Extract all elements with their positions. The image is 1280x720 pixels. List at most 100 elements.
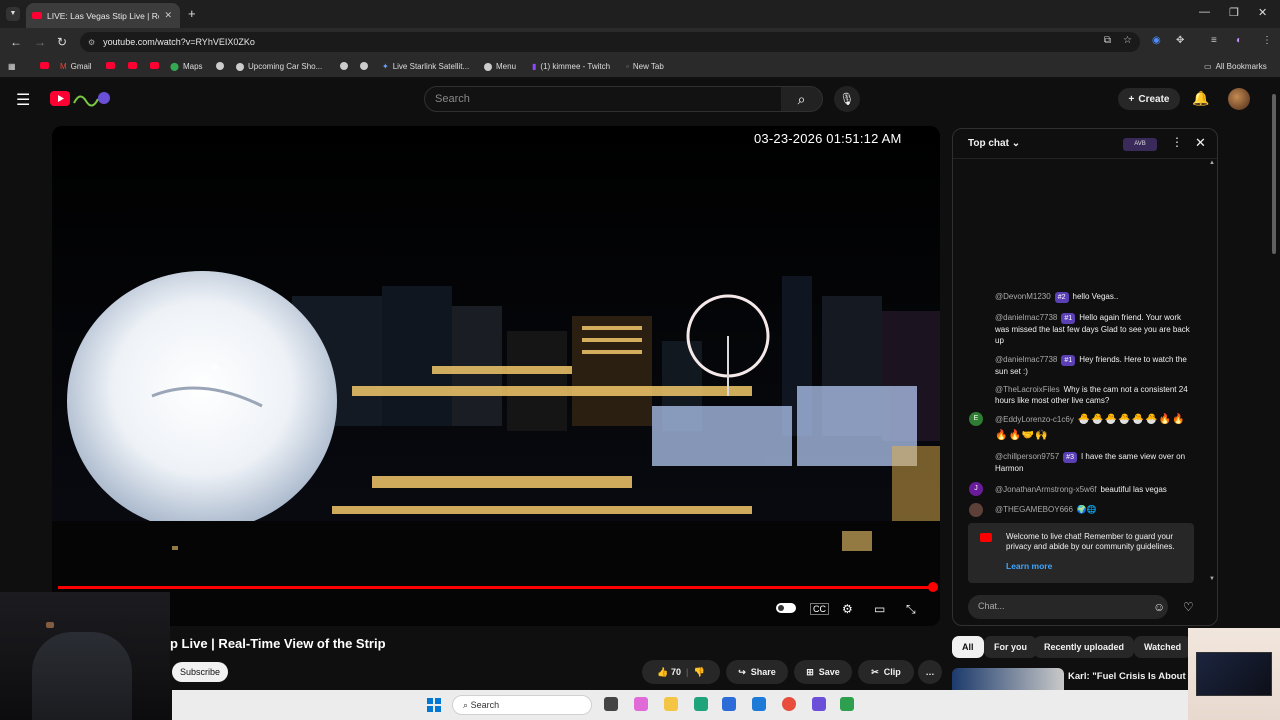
apps-grid-icon[interactable]: ▦	[8, 62, 16, 71]
chat-username[interactable]: @danielmac7738	[995, 355, 1057, 364]
search-input[interactable]: Search	[424, 86, 782, 112]
theater-mode-icon[interactable]: ▭	[874, 602, 885, 616]
video-progress-bar[interactable]	[58, 586, 934, 589]
bookmark-globe-3[interactable]	[360, 62, 368, 70]
file-explorer-icon[interactable]	[664, 697, 678, 711]
reload-button[interactable]: ↻	[57, 35, 67, 49]
menu-hamburger-icon[interactable]: ☰	[16, 90, 30, 110]
save-button[interactable]: ⊞ Save	[794, 660, 852, 684]
extension-icon[interactable]: ◉	[1152, 35, 1161, 46]
chat-username[interactable]: @JonathanArmstrong-x5w6f	[995, 485, 1097, 494]
chat-username[interactable]: @DevonM1230	[995, 292, 1051, 301]
bookmark-starlink[interactable]: ✦ Live Starlink Satellit...	[382, 62, 469, 71]
related-video-title[interactable]: Karl: "Fuel Crisis Is About To	[1068, 671, 1199, 682]
app-icon[interactable]	[840, 697, 854, 711]
emoji-picker-icon[interactable]: ☺	[1153, 600, 1165, 614]
user-avatar[interactable]: E	[969, 412, 983, 426]
share-button[interactable]: ↪ Share	[726, 660, 788, 684]
chip-all[interactable]: All	[952, 636, 984, 658]
browser-tab[interactable]: LIVE: Las Vegas Stip Live | Real- ✕	[26, 3, 180, 28]
install-app-icon[interactable]: ⧉	[1104, 35, 1111, 46]
bookmark-globe-2[interactable]	[340, 62, 348, 70]
youtube-icon	[980, 533, 992, 542]
bookmark-star-icon[interactable]: ☆	[1123, 35, 1132, 46]
copilot-icon[interactable]	[634, 697, 648, 711]
app-grid-icon[interactable]	[812, 697, 826, 711]
chrome-icon[interactable]	[782, 697, 796, 711]
store-icon[interactable]	[722, 697, 736, 711]
chat-username[interactable]: @THEGAMEBOY666	[995, 505, 1073, 514]
progress-scrubber[interactable]	[928, 582, 938, 592]
site-info-icon[interactable]: ⚙	[88, 38, 95, 47]
edge-icon[interactable]	[694, 697, 708, 711]
chat-username[interactable]: @danielmac7738	[995, 313, 1057, 322]
youtube-logo[interactable]	[50, 89, 112, 109]
extensions-puzzle-icon[interactable]: ✥	[1176, 35, 1184, 46]
captions-icon[interactable]: CC	[810, 603, 829, 615]
fullscreen-icon[interactable]: ⤡	[906, 602, 916, 617]
bookmark-maps[interactable]: ⬤ Maps	[170, 62, 203, 71]
windows-start-icon[interactable]	[427, 698, 441, 712]
chip-for-you[interactable]: For you	[984, 636, 1037, 658]
user-avatar[interactable]	[969, 503, 983, 517]
tab-search-menu[interactable]: ▼	[6, 7, 20, 21]
create-button[interactable]: + Create	[1118, 88, 1180, 110]
chip-recently-uploaded[interactable]: Recently uploaded	[1034, 636, 1135, 658]
media-control-icon[interactable]: ≡	[1211, 35, 1217, 46]
more-actions-button[interactable]: …	[918, 660, 942, 684]
video-player[interactable]	[52, 126, 940, 626]
bookmark-globe-1[interactable]	[216, 62, 224, 70]
heart-reaction-icon[interactable]: ♡	[1183, 600, 1194, 614]
chat-input[interactable]: Chat...	[968, 595, 1168, 619]
scrollbar-thumb[interactable]	[1272, 94, 1276, 254]
autoplay-toggle[interactable]	[776, 603, 796, 613]
share-icon: ↪	[738, 666, 746, 677]
notifications-bell-icon[interactable]: 🔔	[1192, 90, 1209, 107]
settings-gear-icon[interactable]: ⚙	[842, 602, 853, 616]
learn-more-link[interactable]: Learn more	[1006, 561, 1052, 571]
related-video-thumbnail[interactable]	[952, 668, 1064, 692]
task-view-icon[interactable]	[604, 697, 618, 711]
chat-more-icon[interactable]: ⋮	[1171, 135, 1183, 149]
outlook-icon[interactable]	[752, 697, 766, 711]
bookmark-youtube-1[interactable]	[40, 62, 49, 69]
all-bookmarks[interactable]: ▭ All Bookmarks	[1204, 62, 1267, 71]
tab-close-icon[interactable]: ✕	[164, 10, 172, 21]
minimize-button[interactable]: —	[1199, 6, 1210, 18]
page-scrollbar[interactable]	[1268, 82, 1280, 682]
bookmark-youtube-3[interactable]	[128, 62, 137, 69]
chat-username[interactable]: @chillperson9757	[995, 452, 1059, 461]
subscribe-button[interactable]: Subscribe	[172, 662, 228, 682]
maximize-button[interactable]: ❐	[1229, 6, 1239, 19]
voice-search-button[interactable]: 🎙	[834, 86, 860, 112]
new-tab-button[interactable]: +	[188, 6, 196, 21]
bookmark-youtube-4[interactable]	[150, 62, 159, 69]
window-close-button[interactable]: ✕	[1258, 6, 1267, 19]
bookmark-twitch[interactable]: ▮ (1) kimmee - Twitch	[532, 62, 610, 71]
bookmark-new-tab[interactable]: ▫ New Tab	[626, 62, 664, 71]
account-avatar[interactable]	[1228, 88, 1250, 110]
bookmark-youtube-2[interactable]	[106, 62, 115, 69]
clip-button[interactable]: ✂ Clip	[858, 660, 914, 684]
chrome-menu-icon[interactable]: ⋮	[1262, 35, 1272, 46]
forward-button[interactable]: →	[34, 35, 46, 49]
user-avatar[interactable]: J	[969, 482, 983, 496]
chat-username[interactable]: @TheLacroixFiles	[995, 385, 1060, 394]
scroll-up-icon[interactable]: ▲	[1209, 160, 1215, 166]
like-button[interactable]: 👍 70	[657, 667, 681, 678]
search-button[interactable]: ⌕	[781, 86, 823, 112]
dislike-button[interactable]: 👎	[694, 667, 705, 678]
top-chat-dropdown[interactable]: Top chat ⌄	[968, 138, 1020, 149]
chat-username[interactable]: @EddyLorenzo-c1c6y	[995, 415, 1074, 424]
chat-close-icon[interactable]: ✕	[1195, 135, 1206, 151]
bookmark-gmail[interactable]: M Gmail	[60, 62, 92, 71]
scroll-down-icon[interactable]: ▼	[1209, 576, 1215, 582]
chat-scrollbar[interactable]: ▲ ▼	[1209, 160, 1215, 582]
chip-watched[interactable]: Watched	[1134, 636, 1192, 658]
back-button[interactable]: ←	[10, 35, 22, 49]
profile-icon[interactable]: ◐	[1236, 35, 1242, 46]
taskbar-search[interactable]: ⌕ Search	[452, 695, 592, 715]
address-bar[interactable]: ⚙ youtube.com/watch?v=RYhVEIX0ZKo ⧉ ☆	[80, 32, 1140, 52]
bookmark-menu[interactable]: Menu	[484, 62, 516, 71]
bookmark-car-shows[interactable]: Upcoming Car Sho...	[236, 62, 322, 71]
